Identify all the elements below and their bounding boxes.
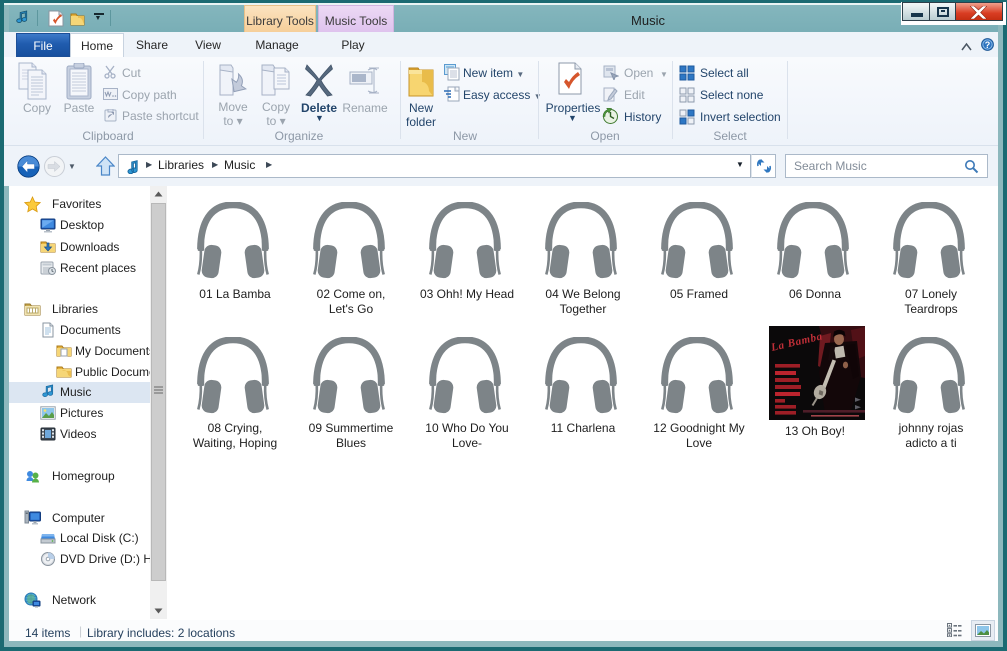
svg-text:?: ? — [985, 40, 991, 50]
